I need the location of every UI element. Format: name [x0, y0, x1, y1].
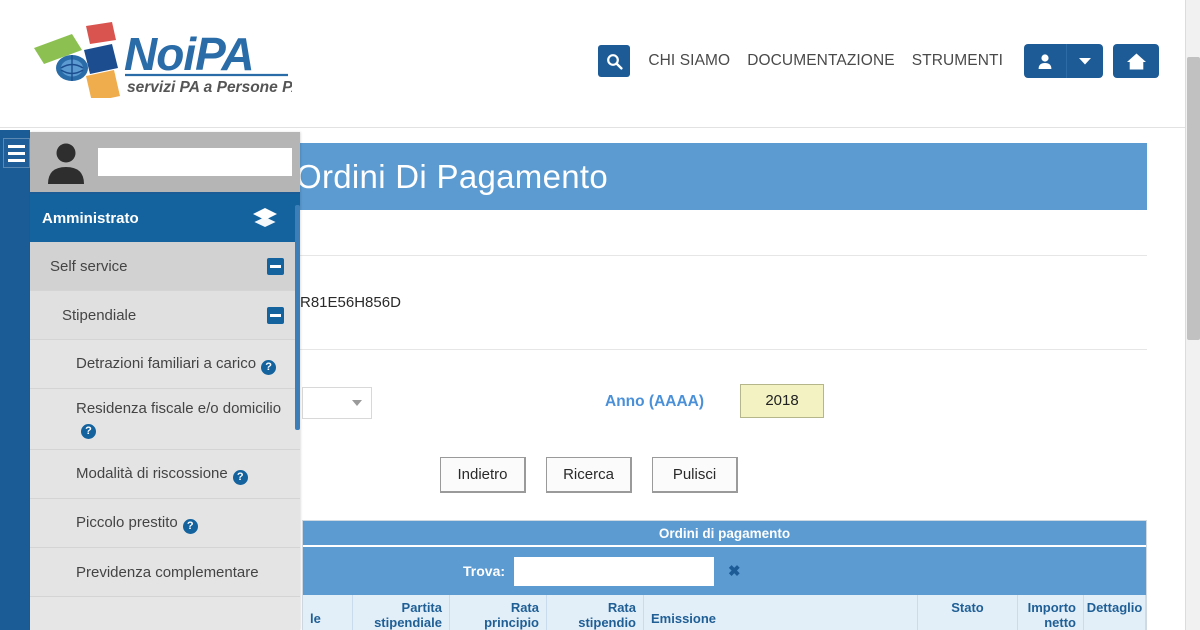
- anno-label: Anno (AAAA): [605, 393, 705, 410]
- svg-text:servizi PA a Persone PA: servizi PA a Persone PA: [127, 79, 292, 96]
- page-title: Ordini Di Pagamento: [296, 157, 609, 195]
- sidebar-user-name-field[interactable]: [98, 148, 292, 176]
- find-input[interactable]: [514, 556, 715, 586]
- nav-link-chi-siamo[interactable]: CHI SIAMO: [648, 52, 730, 70]
- table-column-header-label: Dettaglio: [1086, 600, 1143, 615]
- left-rail: [0, 130, 30, 630]
- home-icon[interactable]: [1113, 44, 1159, 78]
- user-icon[interactable]: [1024, 44, 1066, 78]
- results-panel: Ordini di pagamento Trova: ✖ le Partita st…: [302, 520, 1147, 630]
- table-column-header[interactable]: Emissione: [644, 595, 918, 630]
- sidebar-user-block: [30, 132, 300, 194]
- main-content: Ordini Di Pagamento R81E56H856D Anno (AA…: [296, 132, 1185, 630]
- user-glyph: [1038, 53, 1052, 69]
- sidebar-menu: Amministrato Self service Stipendiale Detr…: [30, 132, 300, 630]
- sidebar-item-label: Residenza fiscale e/o domicilio?: [76, 400, 282, 440]
- sidebar-section-amministrato[interactable]: Amministrato: [30, 194, 300, 242]
- table-column-header[interactable]: Stato: [918, 595, 1018, 630]
- search-glyph: [606, 53, 623, 70]
- form-buttons: Indietro Ricerca Pulisci: [440, 457, 738, 493]
- sidebar-section-label: Amministrato: [42, 209, 139, 227]
- pulisci-button[interactable]: Pulisci: [652, 457, 738, 493]
- indietro-button[interactable]: Indietro: [440, 457, 526, 493]
- table-column-header-label: le: [310, 610, 321, 626]
- table-column-header-label: Rata stipendio: [578, 600, 636, 630]
- nav-link-strumenti[interactable]: STRUMENTI: [912, 52, 1003, 70]
- sidebar-item-label: Detrazioni familiari a carico?: [76, 354, 277, 375]
- chevron-down-icon[interactable]: [1067, 44, 1103, 78]
- table-column-header[interactable]: Partita stipendiale: [353, 595, 450, 630]
- table-column-header-label: Importo netto: [1027, 600, 1076, 630]
- svg-text:NoiPA: NoiPA: [124, 28, 254, 80]
- hamburger-icon[interactable]: [3, 138, 30, 168]
- sidebar-item-stipendiale[interactable]: Stipendiale: [30, 291, 300, 340]
- user-menu-group: [1024, 44, 1103, 78]
- table-column-header[interactable]: Importo netto: [1018, 595, 1084, 630]
- help-icon[interactable]: ?: [81, 424, 96, 440]
- sidebar-item-detrazioni-familiari-a-carico[interactable]: Detrazioni familiari a carico?: [30, 340, 300, 389]
- sidebar-item-list: Self service Stipendiale Detrazioni famili…: [30, 242, 300, 598]
- search-icon[interactable]: [598, 45, 631, 77]
- page-title-banner: Ordini Di Pagamento: [296, 143, 1147, 210]
- hamburger-bar: [8, 144, 25, 148]
- sidebar-item-residenza-fiscale-e-o-domicilio[interactable]: Residenza fiscale e/o domicilio?: [30, 389, 300, 451]
- hamburger-bar: [8, 158, 25, 162]
- table-column-header[interactable]: Rata principio: [450, 595, 547, 630]
- sidebar-scrollbar[interactable]: [295, 205, 300, 430]
- home-glyph: [1126, 53, 1146, 69]
- results-find-bar: Trova: ✖: [303, 547, 1146, 595]
- table-column-header-label: Rata principio: [484, 600, 539, 630]
- help-icon[interactable]: ?: [182, 518, 198, 534]
- table-column-header[interactable]: Dettaglio: [1084, 595, 1146, 630]
- noipa-logo[interactable]: NoiPA servizi PA a Persone PA: [24, 18, 294, 98]
- search-form: Anno (AAAA) 2018 Indietro Ricerca Pulisc…: [300, 384, 1147, 509]
- table-column-header-label: Partita stipendiale: [374, 600, 442, 630]
- sidebar-item-label: Self service: [50, 257, 128, 275]
- page-root: NoiPA servizi PA a Persone PA CHI SIAMO …: [0, 0, 1200, 630]
- sidebar-item-piccolo-prestito[interactable]: Piccolo prestito?: [30, 499, 300, 549]
- help-icon[interactable]: ?: [232, 469, 248, 485]
- table-column-header[interactable]: le: [303, 595, 353, 630]
- sidebar-item-label: Previdenza complementare: [76, 563, 259, 581]
- sidebar-item-label: Modalità di riscossione?: [76, 464, 248, 485]
- sidebar-item-label: Piccolo prestito?: [76, 513, 198, 534]
- anno-input[interactable]: 2018: [740, 384, 824, 418]
- sidebar-item-label: Stipendiale: [62, 306, 137, 324]
- find-label: Trova:: [463, 563, 506, 579]
- browser-scrollbar[interactable]: [1185, 0, 1200, 630]
- fiscal-code-row: R81E56H856D: [300, 255, 1147, 350]
- collapse-minus-icon[interactable]: [267, 257, 284, 275]
- sidebar-item-previdenza-complementare[interactable]: Previdenza complementare: [30, 548, 300, 598]
- results-panel-title: Ordini di pagamento: [303, 521, 1146, 547]
- sidebar-item-self-service[interactable]: Self service: [30, 242, 300, 291]
- hamburger-bar: [8, 151, 25, 155]
- user-avatar-icon: [48, 143, 84, 184]
- table-column-header-label: Stato: [951, 600, 984, 615]
- layers-icon: [253, 208, 277, 227]
- noipa-logo-svg: NoiPA servizi PA a Persone PA: [34, 22, 292, 98]
- ricerca-button[interactable]: Ricerca: [546, 457, 632, 493]
- table-column-header[interactable]: Rata stipendio: [547, 595, 644, 630]
- table-column-header-label: Emissione: [651, 610, 717, 626]
- chevron-down-glyph: [1079, 58, 1091, 65]
- help-icon[interactable]: ?: [261, 359, 277, 375]
- clear-x-icon[interactable]: ✖: [728, 562, 741, 580]
- fiscal-code-value: R81E56H856D: [300, 294, 401, 311]
- chevron-down-icon: [352, 400, 362, 406]
- nav-link-documentazione[interactable]: DOCUMENTAZIONE: [747, 52, 895, 70]
- mese-select[interactable]: [302, 387, 372, 419]
- collapse-minus-icon[interactable]: [267, 306, 284, 324]
- browser-scrollbar-thumb[interactable]: [1187, 57, 1200, 340]
- site-header: NoiPA servizi PA a Persone PA CHI SIAMO …: [0, 0, 1185, 128]
- sidebar-item-modalit-di-riscossione[interactable]: Modalità di riscossione?: [30, 450, 300, 500]
- results-table-header: le Partita stipendiale Rata principio Rata sti…: [303, 595, 1146, 630]
- main-navigation: CHI SIAMO DOCUMENTAZIONE STRUMENTI: [598, 40, 1159, 82]
